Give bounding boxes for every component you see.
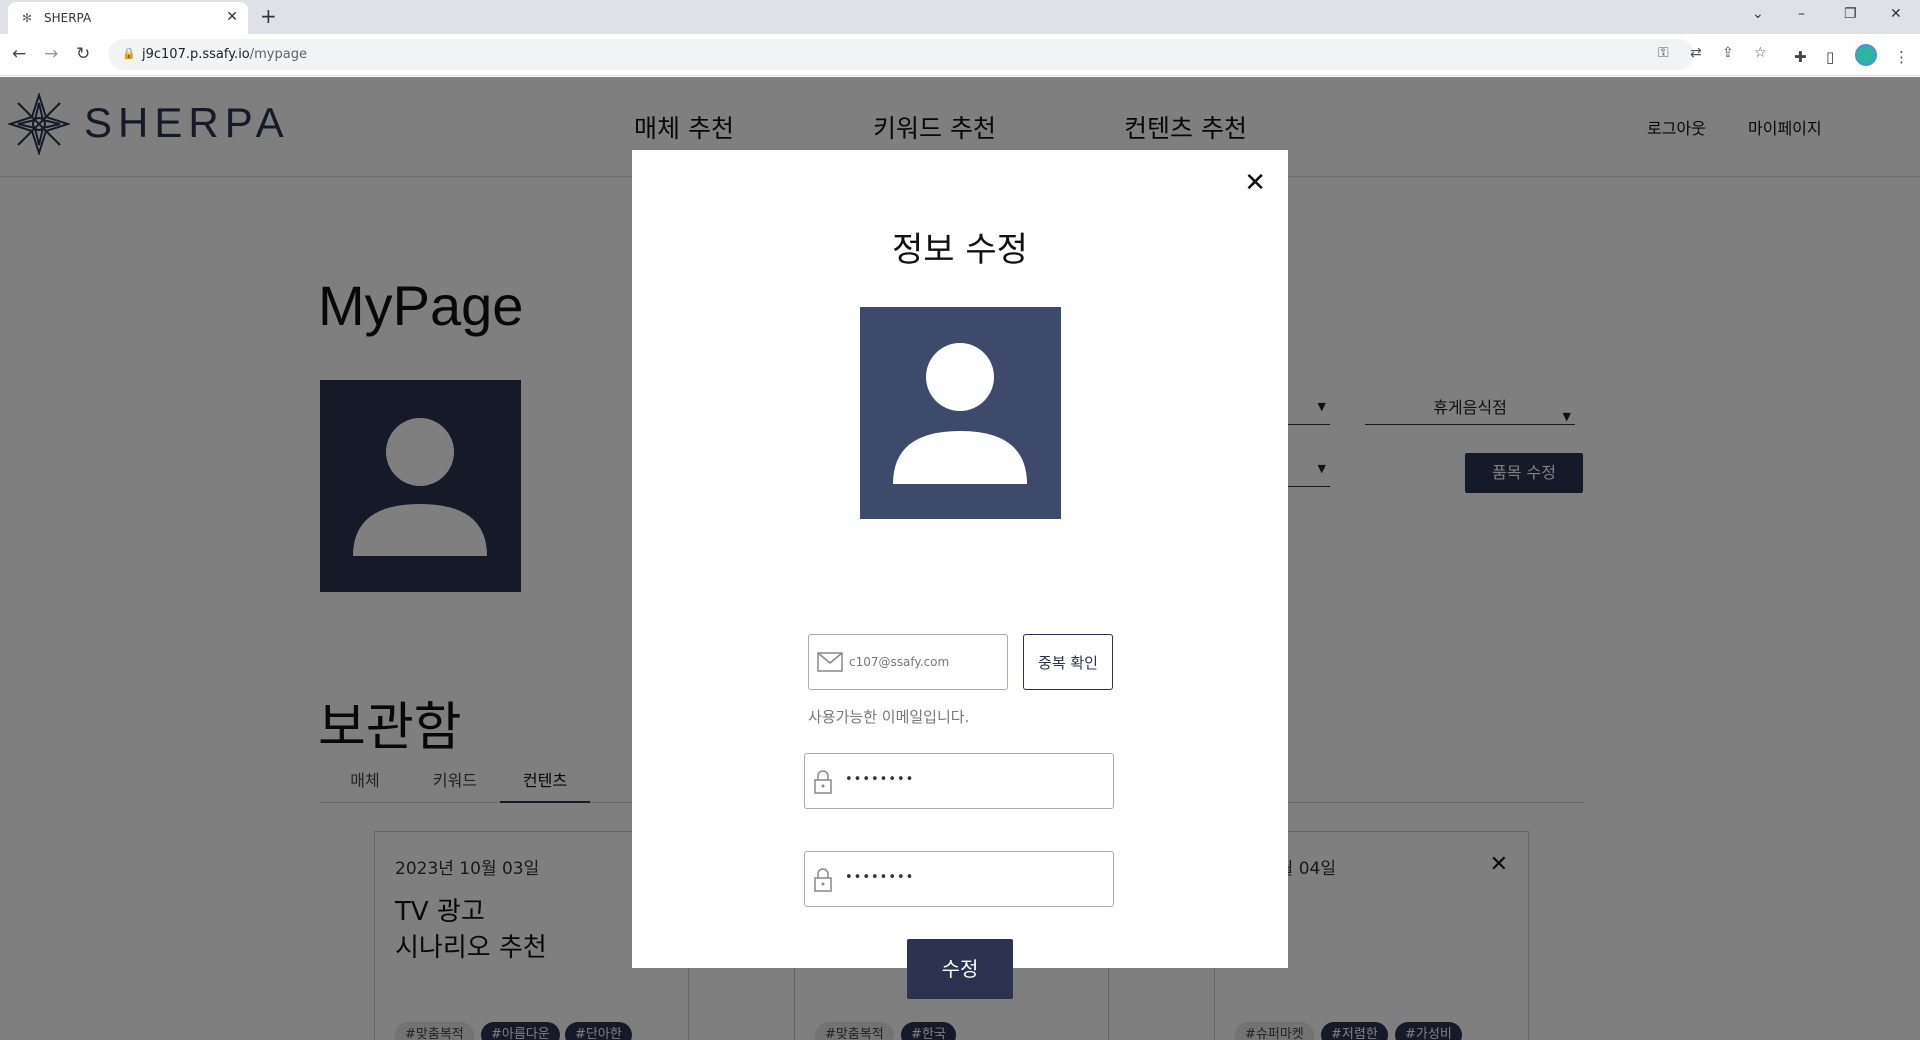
browser-tabbar: ✻ SHERPA ✕ + ⌄ – ❐ ✕ (0, 0, 1920, 34)
tab-search-icon[interactable]: ⌄ (1752, 6, 1764, 22)
password-confirm-field[interactable]: •••••••• (804, 851, 1114, 907)
url-host: j9c107.p.ssafy.io (142, 47, 250, 62)
sherpa-favicon-icon: ✻ (22, 11, 33, 25)
share-icon[interactable]: ⇪ (1722, 45, 1734, 61)
extensions-icon[interactable]: ✚ (1794, 48, 1807, 66)
menu-kebab-icon[interactable]: ⋮ (1894, 48, 1909, 66)
mail-icon (817, 652, 843, 672)
lock-icon (814, 770, 832, 794)
lock-icon (814, 868, 832, 892)
modal-profile-avatar[interactable] (860, 307, 1061, 519)
edit-info-modal: ✕ 정보 수정 c107@ssafy.com 중복 확인 사용가능한 이메일입니… (632, 150, 1288, 999)
reload-icon[interactable]: ↻ (76, 44, 90, 64)
bookmark-star-icon[interactable]: ☆ (1754, 45, 1767, 61)
duplicate-check-button[interactable]: 중복 확인 (1023, 634, 1113, 690)
tab-close-icon[interactable]: ✕ (226, 9, 238, 25)
modal-title: 정보 수정 (892, 230, 1028, 270)
submit-button[interactable]: 수정 (907, 939, 1013, 999)
profile-avatar-icon[interactable] (1855, 44, 1877, 66)
lock-icon: 🔒 (122, 47, 136, 60)
side-panel-icon[interactable]: ▯ (1826, 48, 1834, 66)
window-close-icon[interactable]: ✕ (1890, 6, 1902, 22)
tab-title: SHERPA (44, 11, 92, 25)
url-path: /mypage (249, 47, 307, 62)
password-field[interactable]: •••••••• (804, 753, 1114, 809)
restore-icon[interactable]: ❐ (1844, 6, 1857, 22)
user-silhouette-icon (893, 343, 1027, 484)
new-tab-icon[interactable]: + (260, 4, 277, 28)
address-bar[interactable]: 🔒 j9c107.p.ssafy.io/mypage ⚿ ⇄ ⇪ ☆ (108, 39, 1767, 70)
minimize-icon[interactable]: – (1798, 6, 1805, 22)
key-icon[interactable]: ⚿ (1658, 45, 1669, 61)
browser-tab[interactable]: ✻ SHERPA ✕ (8, 2, 248, 34)
url-text: j9c107.p.ssafy.io/mypage (142, 47, 307, 62)
email-value: c107@ssafy.com (849, 655, 950, 669)
email-availability-message: 사용가능한 이메일입니다. (808, 708, 970, 726)
translate-icon[interactable]: ⇄ (1690, 45, 1702, 61)
forward-icon[interactable]: → (44, 44, 58, 64)
password-value: •••••••• (845, 772, 915, 787)
back-icon[interactable]: ← (12, 44, 26, 64)
modal-close-icon[interactable]: ✕ (1244, 168, 1266, 198)
page: SHERPA 매체 추천 키워드 추천 컨텐츠 추천 로그아웃 마이페이지 My… (0, 77, 1920, 1040)
password-confirm-value: •••••••• (845, 870, 915, 885)
email-field[interactable]: c107@ssafy.com (808, 634, 1008, 690)
browser-toolbar: ← → ↻ 🔒 j9c107.p.ssafy.io/mypage ⚿ ⇄ ⇪ ☆… (0, 34, 1920, 76)
